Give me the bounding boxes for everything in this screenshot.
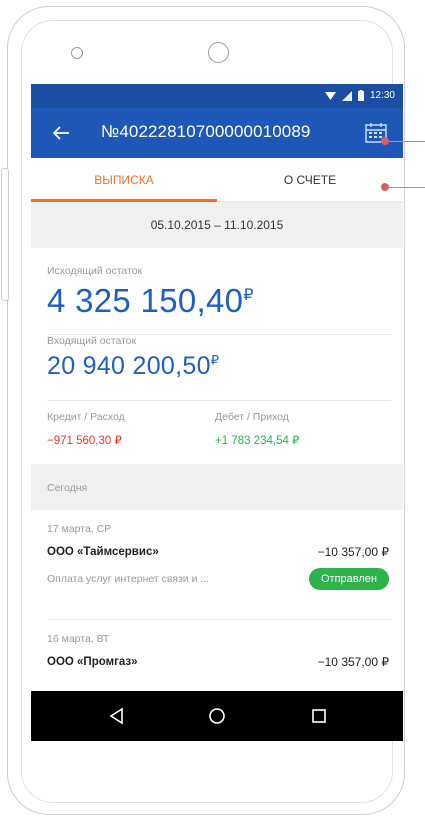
balance-card: Исходящий остаток 4 325 150,40₽ Входящий… xyxy=(31,248,403,464)
transaction-date: 16 марта, ВТ xyxy=(47,633,110,645)
callout-line xyxy=(389,187,425,188)
credit-label: Кредит / Расход xyxy=(47,411,125,423)
battery-icon xyxy=(357,90,364,101)
credit-value: −971 560,30 ₽ xyxy=(47,435,122,447)
divider xyxy=(47,400,391,401)
closing-balance-label: Исходящий остаток xyxy=(47,265,143,277)
transaction-date: 17 марта, СР xyxy=(47,523,112,535)
nav-recents-icon[interactable] xyxy=(309,706,329,726)
callout-line xyxy=(389,141,425,142)
debit-label: Дебет / Приход xyxy=(215,411,289,423)
opening-balance-label: Входящий остаток xyxy=(47,335,137,347)
callout-dot xyxy=(381,183,389,191)
nav-back-icon[interactable] xyxy=(107,706,127,726)
transaction-amount: −10 357,00 ₽ xyxy=(317,545,389,559)
account-title: №40222810700000010089 xyxy=(101,122,311,141)
status-time: 12:30 xyxy=(369,90,395,101)
system-nav-bar xyxy=(31,691,403,741)
section-header: Сегодня xyxy=(31,464,403,510)
transaction-amount: −10 357,00 ₽ xyxy=(317,655,389,669)
transaction-description: Оплата услуг интернет связи и ... xyxy=(47,573,210,585)
sensor-dot xyxy=(71,47,83,59)
app-bar: №40222810700000010089 xyxy=(31,108,403,158)
closing-balance: 4 325 150,40₽ xyxy=(47,282,254,319)
date-range[interactable]: 05.10.2015 – 11.10.2015 xyxy=(31,202,403,248)
debit-value: +1 783 234,54 ₽ xyxy=(215,435,300,447)
tab-statement[interactable]: ВЫПИСКА xyxy=(31,158,217,202)
nav-home-icon[interactable] xyxy=(207,706,227,726)
status-badge: Отправлен xyxy=(309,568,389,590)
tab-about-account[interactable]: О СЧЕТЕ xyxy=(217,158,403,202)
transaction-item[interactable]: 17 марта, СР ООО «Таймсервис» −10 357,00… xyxy=(31,510,403,620)
arrow-left-icon[interactable] xyxy=(49,121,73,145)
volume-button xyxy=(1,168,9,301)
wifi-icon xyxy=(324,92,336,100)
front-camera xyxy=(208,42,229,63)
transaction-name: ООО «Таймсервис» xyxy=(47,546,159,558)
transaction-name: ООО «Промгаз» xyxy=(47,656,138,668)
transaction-item[interactable]: 16 марта, ВТ ООО «Промгаз» −10 357,00 ₽ xyxy=(31,620,403,691)
phone-screen: 12:30 №40222810700000010089 ВЫПИСКА О СЧ… xyxy=(31,84,403,741)
status-bar: 12:30 xyxy=(31,84,403,108)
opening-balance: 20 940 200,50₽ xyxy=(47,352,220,380)
callout-dot xyxy=(381,137,389,145)
tab-bar: ВЫПИСКА О СЧЕТЕ xyxy=(31,158,403,202)
signal-icon xyxy=(341,90,352,101)
